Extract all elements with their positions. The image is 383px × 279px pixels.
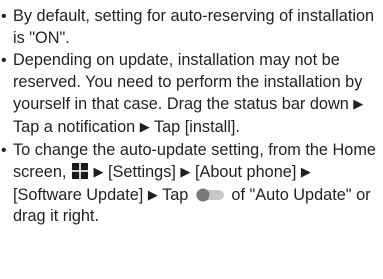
note-step: [About phone] <box>194 163 297 182</box>
arrow-right-icon: ▶ <box>180 164 191 180</box>
note-install-not-reserved: Depending on update, installation may no… <box>0 50 379 138</box>
note-step: Tap a notification <box>13 117 136 136</box>
arrow-right-icon: ▶ <box>353 96 364 112</box>
note-text: Depending on update, installation may no… <box>13 51 363 114</box>
note-step: [Settings] <box>108 163 176 182</box>
note-step: Tap [install]. <box>153 117 240 136</box>
note-step: Tap <box>162 185 189 204</box>
note-text: By default, setting for auto-reserving o… <box>13 7 375 47</box>
arrow-right-icon: ▶ <box>300 164 311 180</box>
toggle-switch-icon <box>195 188 224 202</box>
instruction-notes: By default, setting for auto-reserving o… <box>0 0 383 228</box>
note-step: [Software Update] <box>13 185 144 204</box>
note-auto-reserve-default: By default, setting for auto-reserving o… <box>0 6 379 49</box>
apps-grid-icon <box>71 163 88 180</box>
note-change-auto-update: To change the auto-update setting, from … <box>0 140 379 228</box>
arrow-right-icon: ▶ <box>139 118 150 134</box>
arrow-right-icon: ▶ <box>93 164 104 180</box>
arrow-right-icon: ▶ <box>147 186 158 202</box>
